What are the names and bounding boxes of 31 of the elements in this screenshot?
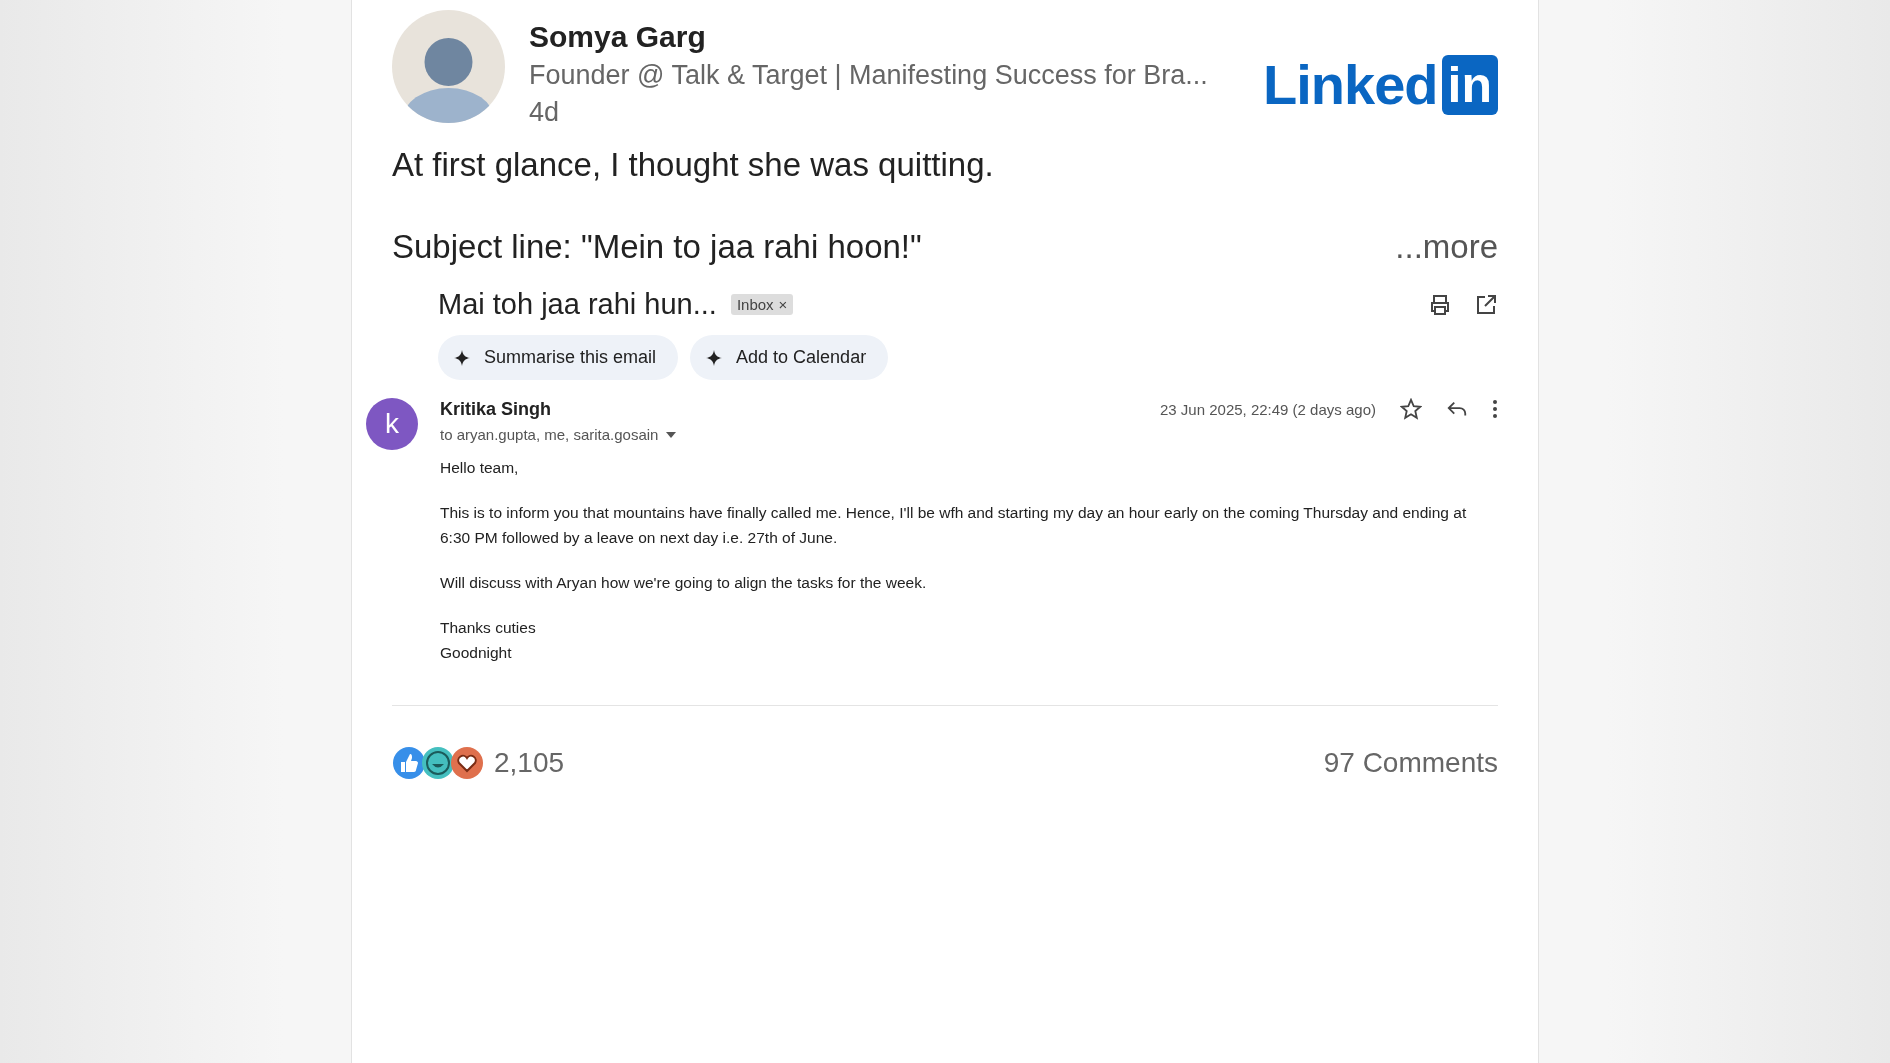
open-in-new-icon[interactable] [1474, 292, 1498, 317]
author-name[interactable]: Somya Garg [529, 20, 1240, 54]
email-paragraph: Hello team, [440, 458, 520, 478]
dropdown-icon[interactable] [666, 431, 677, 438]
post-text: Subject line: "Mein to jaa rahi hoon!" [392, 228, 922, 266]
sender-name: Kritika Singh [440, 398, 551, 420]
sparkle-icon [706, 349, 723, 366]
email-paragraph: Will discuss with Aryan how we're going to align the tasks for the week. [440, 573, 928, 593]
action-chip[interactable]: Add to Calendar [690, 335, 889, 380]
sender-avatar: k [366, 398, 418, 450]
more-options-icon[interactable] [1492, 399, 1498, 419]
sparkle-icon [454, 349, 470, 366]
reaction-count[interactable]: 2,105 [494, 747, 565, 779]
print-icon[interactable] [1428, 292, 1452, 317]
recipients: to aryan.gupta, me, sarita.gosain [440, 426, 659, 443]
comments-link[interactable]: 97 Comments [1323, 747, 1498, 779]
logo-wordmark: Linked [1263, 52, 1438, 117]
email-date: 23 Jun 2025, 22:49 (2 days ago) [1160, 400, 1376, 418]
post-text: At first glance, I thought she was quitting. [392, 146, 994, 184]
email-subject: Mai toh jaa rahi hun... [438, 288, 717, 321]
logo-badge: in [1441, 54, 1498, 115]
email-paragraph: Thanks cuties Goodnight [440, 618, 537, 663]
author-headline: Founder @ Talk & Target | Manifesting Success for Bra... [529, 60, 1209, 91]
inbox-label[interactable]: Inbox × [730, 294, 794, 315]
email-paragraph: This is to inform you that mountains have finally called me. Hence, I'll be wfh and starting my day an hour early on the coming Thursday and ending at 6:30 PM followed by a leave on next day i.e. 27th of June. [440, 503, 1468, 548]
reaction-icons[interactable] [392, 746, 484, 780]
star-icon[interactable] [1400, 398, 1422, 420]
action-chip[interactable]: Summarise this email [438, 335, 679, 380]
post-age: 4d [529, 97, 561, 128]
avatar-icon [392, 10, 505, 123]
more-link[interactable]: ...more [1395, 228, 1498, 266]
